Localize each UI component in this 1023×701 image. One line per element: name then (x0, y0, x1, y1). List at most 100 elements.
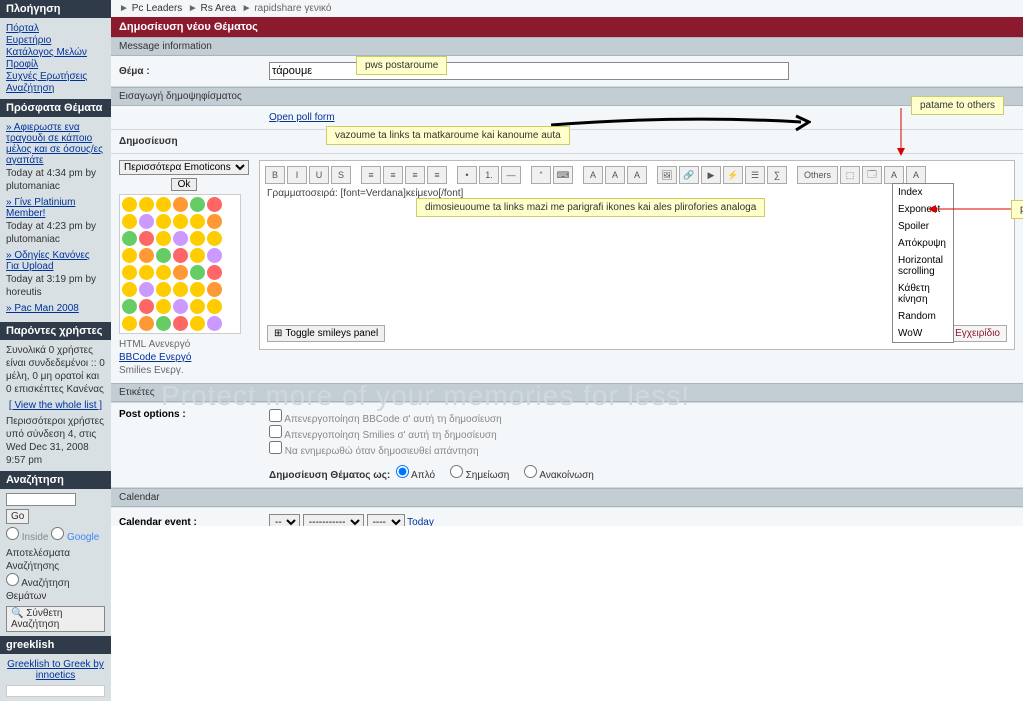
recent-link[interactable]: » Οδηγίες Κανόνες Για Upload (6, 250, 105, 272)
emoticon[interactable] (190, 214, 205, 229)
emoticon[interactable] (122, 265, 137, 280)
emoticon[interactable] (207, 197, 222, 212)
dropdown-item[interactable]: Horizontal scrolling (893, 252, 953, 280)
toolbar-button[interactable]: ⚡ (723, 166, 743, 184)
emoticon[interactable] (156, 316, 171, 331)
crumb-1[interactable]: Pc Leaders (132, 3, 183, 14)
toolbar-button[interactable]: ☰ (745, 166, 765, 184)
search-input[interactable] (6, 493, 76, 506)
toolbar-button[interactable]: ≡ (405, 166, 425, 184)
emoticon[interactable] (207, 231, 222, 246)
emoticon[interactable] (122, 248, 137, 263)
toolbar-button[interactable]: S (331, 166, 351, 184)
radio-inside[interactable] (6, 527, 19, 540)
cal-year[interactable]: ---- (367, 514, 405, 526)
emoticon[interactable] (173, 282, 188, 297)
emoticon[interactable] (156, 265, 171, 280)
emoticon[interactable] (139, 265, 154, 280)
toolbar-button[interactable]: 🔗 (679, 166, 699, 184)
emoticon[interactable] (190, 316, 205, 331)
dropdown-item[interactable]: Spoiler (893, 218, 953, 235)
view-list-link[interactable]: [ View the whole list ] (6, 400, 105, 411)
dropdown-item[interactable]: Index (893, 184, 953, 201)
ok-button[interactable]: Ok (171, 178, 198, 191)
toolbar-button[interactable]: ≡ (361, 166, 381, 184)
pt-note[interactable] (450, 465, 463, 478)
adv-search-button[interactable]: 🔍 Σύνθετη Αναζήτηση (6, 606, 105, 632)
emoticon[interactable] (122, 197, 137, 212)
recent-link[interactable]: » Pac Man 2008 (6, 303, 105, 314)
emoticon[interactable] (173, 231, 188, 246)
dropdown-item[interactable]: Exponent (893, 201, 953, 218)
nav-link[interactable]: Προφίλ (6, 59, 105, 70)
emoticon[interactable] (190, 231, 205, 246)
nav-link[interactable]: Συχνές Ερωτήσεις (6, 71, 105, 82)
toolbar-button[interactable]: 1. (479, 166, 499, 184)
toolbar-button[interactable]: • (457, 166, 477, 184)
emoticon[interactable] (173, 299, 188, 314)
emoticon[interactable] (156, 299, 171, 314)
emoticon[interactable] (173, 214, 188, 229)
emoticon[interactable] (173, 248, 188, 263)
others-button[interactable]: Others (797, 166, 838, 184)
toolbar-button[interactable]: 🗔 (862, 166, 882, 184)
emoticon[interactable] (139, 214, 154, 229)
dropdown-item[interactable]: Απόκρυψη (893, 235, 953, 252)
emoticon[interactable] (207, 248, 222, 263)
emoticon[interactable] (190, 265, 205, 280)
emoticon[interactable] (156, 214, 171, 229)
emoticon[interactable] (207, 282, 222, 297)
greek-link[interactable]: Greeklish to Greek by innoetics (6, 659, 105, 681)
emoticon[interactable] (156, 282, 171, 297)
radio-tag[interactable] (6, 573, 19, 586)
emoticon[interactable] (139, 248, 154, 263)
emoticon[interactable] (139, 282, 154, 297)
toolbar-button[interactable]: B (265, 166, 285, 184)
toolbar-button[interactable]: U (309, 166, 329, 184)
toolbar-button[interactable]: — (501, 166, 521, 184)
toolbar-button[interactable]: A (627, 166, 647, 184)
opt-notify[interactable] (269, 441, 282, 454)
emoticon[interactable] (207, 214, 222, 229)
recent-link[interactable]: » Γίνε Platinium Member! (6, 197, 105, 219)
toolbar-button[interactable]: ≡ (427, 166, 447, 184)
emoticon[interactable] (122, 299, 137, 314)
toolbar-button[interactable]: ▶ (701, 166, 721, 184)
dropdown-item[interactable]: Random (893, 308, 953, 325)
emoticon[interactable] (156, 231, 171, 246)
emoticon[interactable] (173, 197, 188, 212)
toolbar-button[interactable]: A (605, 166, 625, 184)
toolbar-button[interactable]: I (287, 166, 307, 184)
subject-input[interactable] (269, 62, 789, 80)
emoticon[interactable] (173, 265, 188, 280)
nav-link[interactable]: Ευρετήριο (6, 35, 105, 46)
dropdown-item[interactable]: WoW (893, 325, 953, 342)
crumb-2[interactable]: Rs Area (201, 3, 237, 14)
emoticon[interactable] (207, 316, 222, 331)
cal-month[interactable]: ----------- (303, 514, 364, 526)
cal-day[interactable]: -- (269, 514, 300, 526)
emoticon[interactable] (122, 231, 137, 246)
emoticon[interactable] (173, 316, 188, 331)
emoticon[interactable] (139, 316, 154, 331)
emoticon[interactable] (139, 299, 154, 314)
emoticon-select[interactable]: Περισσότερα Emoticons (119, 160, 249, 175)
emoticon[interactable] (207, 265, 222, 280)
emoticon[interactable] (190, 248, 205, 263)
poll-link[interactable]: Open poll form (269, 112, 335, 123)
go-button[interactable]: Go (6, 509, 29, 524)
emoticon[interactable] (122, 214, 137, 229)
toolbar-button[interactable]: A (884, 166, 904, 184)
toolbar-button[interactable]: ⬚ (840, 166, 860, 184)
toolbar-button[interactable]: “ (531, 166, 551, 184)
toolbar-button[interactable]: 🖼 (657, 166, 677, 184)
emoticon[interactable] (190, 299, 205, 314)
radio-google[interactable] (51, 527, 64, 540)
toolbar-button[interactable]: A (583, 166, 603, 184)
emoticon-grid[interactable] (119, 194, 241, 334)
emoticon[interactable] (139, 231, 154, 246)
emoticon[interactable] (122, 282, 137, 297)
toggle-smileys-button[interactable]: ⊞ Toggle smileys panel (267, 325, 385, 342)
nav-link[interactable]: Αναζήτηση (6, 83, 105, 94)
dropdown-item[interactable]: Κάθετη κίνηση (893, 280, 953, 308)
